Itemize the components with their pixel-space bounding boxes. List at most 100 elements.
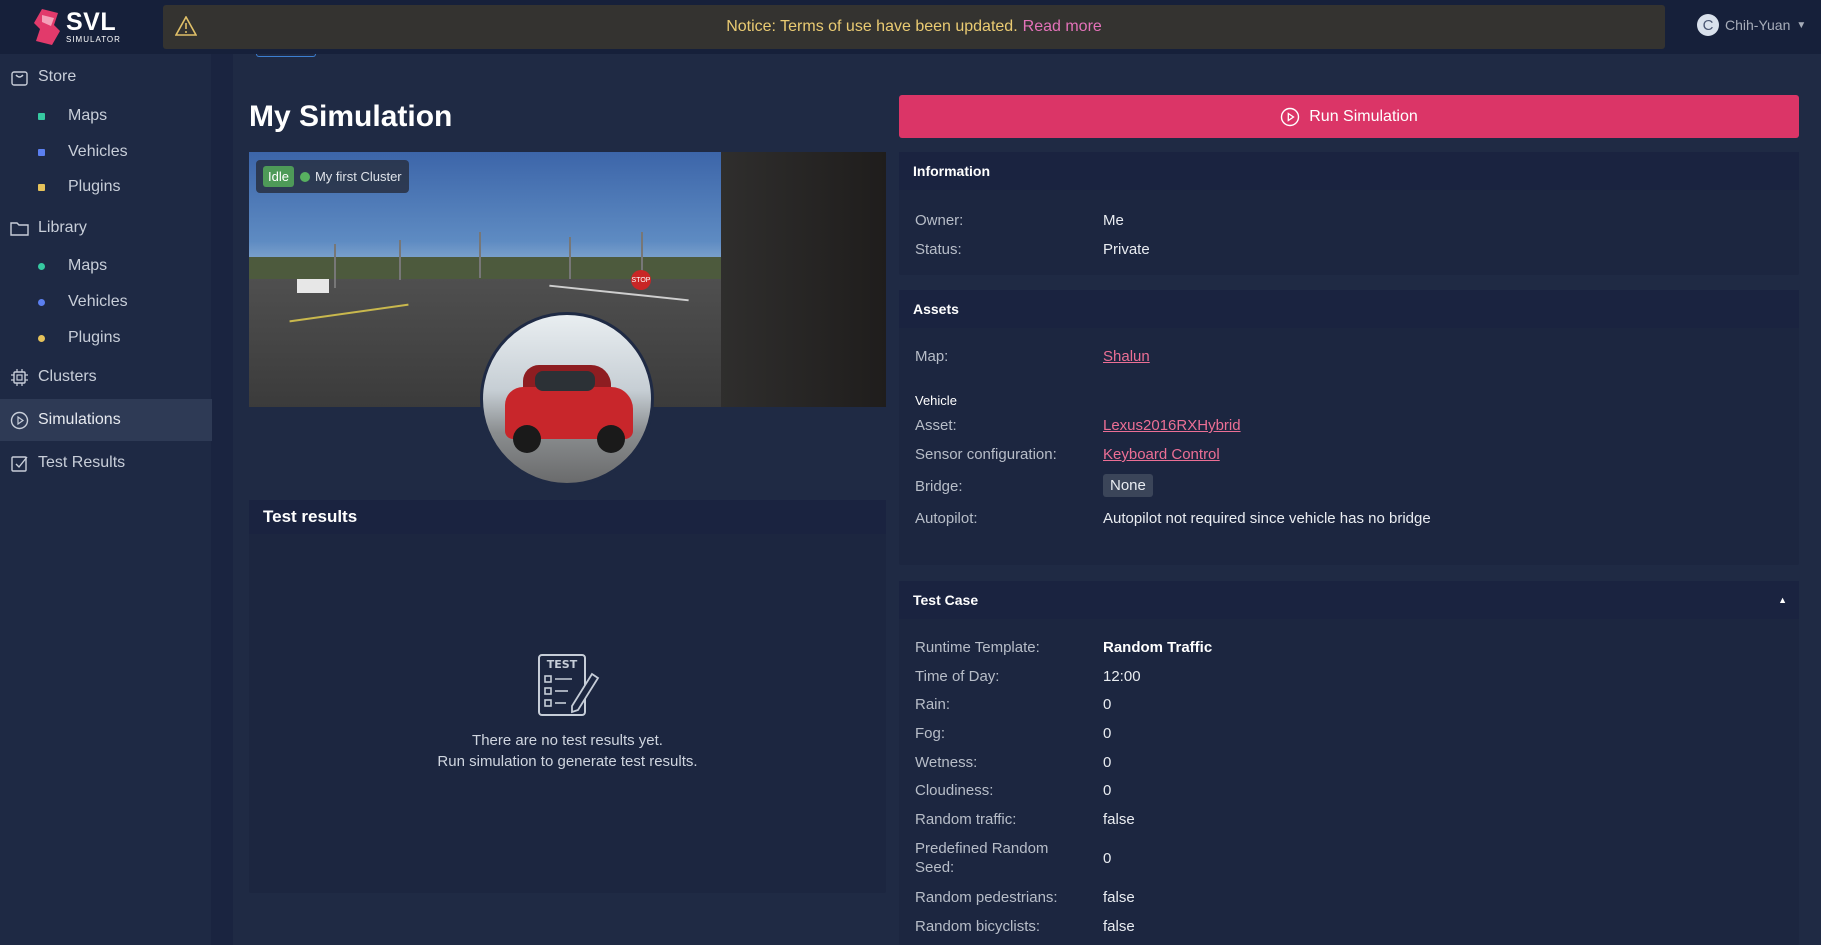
runtime-template-row: Runtime Template: Random Traffic (915, 638, 1212, 657)
row-value: 0 (1103, 725, 1112, 742)
vehicle-heading: Vehicle (915, 393, 957, 408)
random-pedestrians-row: Random pedestrians: false (915, 888, 1135, 907)
sidebar-item-label: Plugins (68, 329, 121, 346)
top-bar: SVL SIMULATOR Notice: Terms of use have … (0, 0, 1821, 54)
row-label: Random bicyclists: (915, 918, 1041, 935)
sidebar-item-store-vehicles[interactable]: Vehicles (0, 135, 212, 169)
sidebar-gutter (212, 54, 233, 945)
empty-line-2: Run simulation to generate test results. (437, 753, 698, 770)
store-icon (11, 70, 28, 86)
sidebar-item-simulations[interactable]: Simulations (0, 399, 212, 441)
user-menu[interactable]: C Chih-Yuan ▼ (1697, 14, 1806, 36)
sidebar-item-store-maps[interactable]: Maps (0, 99, 212, 133)
sidebar-item-label: Plugins (68, 178, 121, 195)
test-case-header[interactable]: Test Case ▲ (899, 581, 1799, 619)
row-value: false (1103, 811, 1135, 828)
sidebar-item-label: Vehicles (68, 143, 128, 160)
sidebar-item-test-results[interactable]: Test Results (0, 442, 212, 484)
cloudiness-row: Cloudiness: 0 (915, 781, 1111, 800)
sidebar-item-library-plugins[interactable]: Plugins (0, 321, 212, 355)
row-value: 0 (1103, 754, 1112, 771)
row-label: Predefined Random Seed: (915, 839, 1103, 877)
sidebar-item-label: Library (38, 219, 87, 236)
row-value: false (1103, 889, 1135, 906)
status-row: Status: Private (915, 240, 1150, 259)
cpu-icon (11, 368, 28, 386)
row-label-line-1: Predefined Random (915, 840, 1049, 857)
row-label: Fog: (915, 725, 946, 742)
random-seed-row: Predefined Random Seed: 0 (915, 839, 1111, 877)
asset-row: Asset: Lexus2016RXHybrid (915, 416, 1241, 435)
run-simulation-button[interactable]: Run Simulation (899, 95, 1799, 138)
read-more-link[interactable]: Read more (1023, 18, 1102, 36)
logo-text: SVL (66, 8, 117, 36)
notice-text: Notice: Terms of use have been updated. (726, 18, 1018, 35)
row-label: Random pedestrians: (915, 889, 1058, 906)
sidebar-item-library-maps[interactable]: Maps (0, 249, 212, 283)
caret-down-icon: ▼ (1796, 19, 1807, 31)
map-link[interactable]: Shalun (1103, 347, 1150, 366)
sidebar-item-clusters[interactable]: Clusters (0, 356, 212, 398)
sensor-config-link[interactable]: Keyboard Control (1103, 445, 1220, 464)
test-results-title: Test results (249, 500, 886, 534)
bridge-row: Bridge: None (915, 474, 1153, 497)
assets-title: Assets (899, 290, 1799, 328)
scrolled-tab-edge (256, 54, 316, 57)
sidebar-item-label: Maps (68, 107, 108, 124)
sensor-row: Sensor configuration: Keyboard Control (915, 445, 1220, 464)
information-card: Information Owner: Me Status: Private (899, 152, 1799, 275)
cluster-name: My first Cluster (314, 169, 402, 184)
row-value: Random Traffic (1103, 639, 1213, 656)
owner-label: Owner: (915, 212, 964, 229)
row-label-line-2: Seed: (915, 859, 955, 876)
asset-label: Asset: (915, 417, 957, 434)
vehicles-bullet-icon (38, 298, 45, 306)
random-bicyclists-row: Random bicyclists: false (915, 917, 1135, 936)
vehicles-bullet-icon (38, 148, 45, 156)
fog-row: Fog: 0 (915, 724, 1111, 743)
warning-icon (174, 15, 198, 41)
sidebar-item-library[interactable]: Library (0, 207, 212, 249)
empty-state: TEST There are no test results yet. Run … (249, 652, 886, 772)
test-results-card: Test results TEST There are no test resu… (249, 500, 886, 893)
row-label: Cloudiness: (915, 782, 994, 799)
play-circle-icon (1281, 107, 1300, 126)
sidebar-item-store[interactable]: Store (0, 56, 212, 98)
row-label: Random traffic: (915, 811, 1017, 828)
map-label: Map: (915, 348, 949, 365)
autopilot-value: Autopilot not required since vehicle has… (1103, 510, 1431, 527)
sidebar-item-label: Test Results (38, 454, 126, 471)
status-label: Status: (915, 241, 962, 258)
sidebar-item-label: Clusters (38, 368, 97, 385)
owner-row: Owner: Me (915, 211, 1124, 230)
sidebar-item-label: Simulations (38, 411, 121, 428)
bridge-label: Bridge: (915, 478, 963, 495)
autopilot-row: Autopilot: Autopilot not required since … (915, 509, 1431, 528)
sidebar-item-label: Vehicles (68, 293, 128, 310)
wetness-row: Wetness: 0 (915, 753, 1111, 772)
row-label: Wetness: (915, 754, 978, 771)
maps-bullet-icon (38, 112, 45, 120)
test-case-title: Test Case (913, 592, 979, 608)
vehicle-asset-link[interactable]: Lexus2016RXHybrid (1103, 416, 1241, 435)
checkbox-icon (11, 455, 28, 472)
sidebar: Store Maps Vehicles Plugins Library Maps… (0, 54, 212, 945)
svl-logo-icon (34, 9, 60, 45)
maps-bullet-icon (38, 262, 45, 270)
test-checklist-icon: TEST (249, 652, 886, 724)
run-simulation-label: Run Simulation (1309, 107, 1418, 125)
status-value: Private (1103, 241, 1150, 258)
svg-text:TEST: TEST (546, 658, 577, 671)
owner-value: Me (1103, 212, 1124, 229)
svl-logo[interactable]: SVL SIMULATOR (0, 0, 163, 54)
logo-subtext: SIMULATOR (66, 35, 121, 44)
sidebar-item-store-plugins[interactable]: Plugins (0, 170, 212, 204)
stop-sign: STOP (631, 270, 651, 290)
collapse-up-icon[interactable]: ▲ (1778, 595, 1787, 605)
rain-row: Rain: 0 (915, 695, 1111, 714)
time-of-day-row: Time of Day: 12:00 (915, 667, 1141, 686)
row-value: 0 (1103, 850, 1112, 867)
user-name: Chih-Yuan (1725, 17, 1791, 33)
folder-icon (10, 221, 29, 236)
sidebar-item-library-vehicles[interactable]: Vehicles (0, 285, 212, 319)
